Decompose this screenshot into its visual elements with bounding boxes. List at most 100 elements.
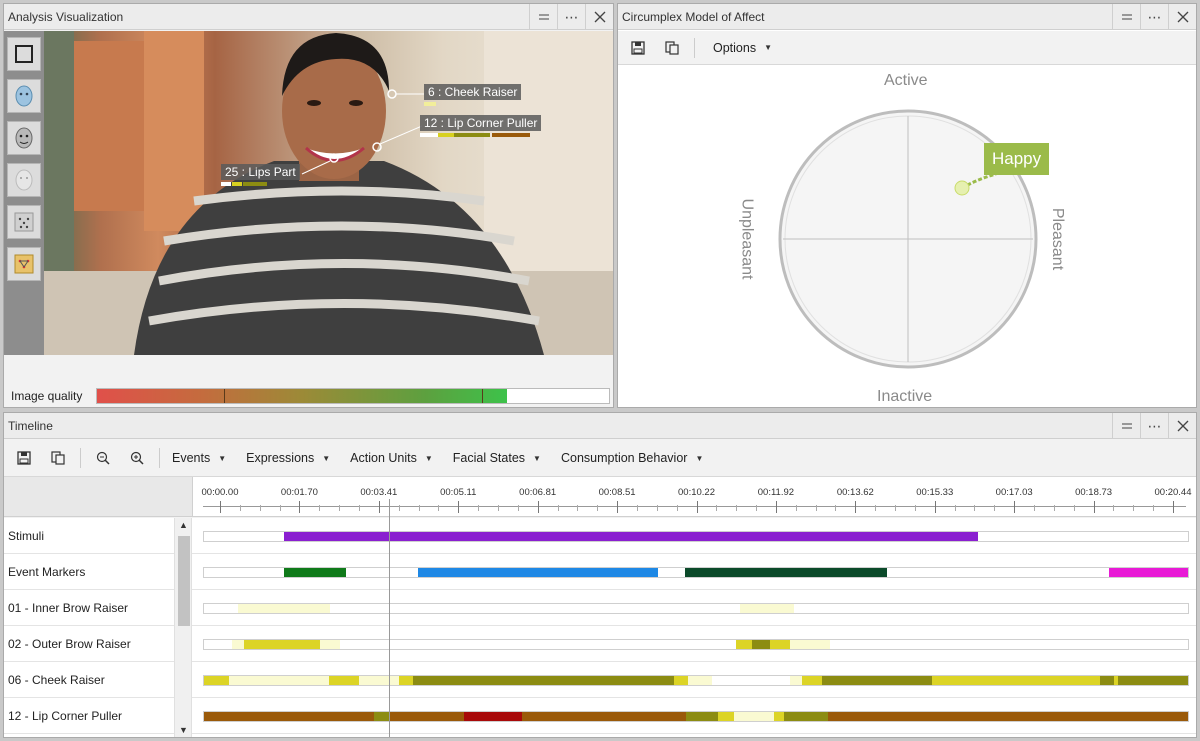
ruler-tick <box>299 501 301 513</box>
panel-header: Timeline ⋯ <box>4 413 1196 439</box>
timestamp-label: 00:08.51 <box>598 487 636 498</box>
action-units-menu[interactable]: Action Units ▼ <box>350 451 433 465</box>
close-button[interactable] <box>1168 4 1196 30</box>
row-scrollbar[interactable]: ▲ ▼ <box>174 518 192 737</box>
save-icon <box>631 40 645 55</box>
ruler-tick <box>855 501 857 513</box>
segment <box>932 676 1100 685</box>
au-intensity-bar <box>420 133 438 137</box>
segment <box>822 676 932 685</box>
dock-menu-button[interactable] <box>1112 413 1140 439</box>
close-button[interactable] <box>585 4 613 30</box>
timeline-label-header <box>4 477 193 517</box>
segment <box>1100 676 1114 685</box>
caret-down-icon: ▼ <box>322 453 331 463</box>
save-button[interactable] <box>10 444 38 472</box>
more-options-button[interactable]: ⋯ <box>557 4 585 30</box>
close-button[interactable] <box>1168 413 1196 439</box>
au-intensity-bar <box>438 133 454 137</box>
action-units-menu-label: Action Units <box>350 451 417 465</box>
timestamp-label: 00:00.00 <box>201 487 239 498</box>
playhead-line[interactable] <box>389 499 390 737</box>
zoom-out-button[interactable] <box>89 444 117 472</box>
timestamp-label: 00:01.70 <box>280 487 318 498</box>
segment <box>238 604 330 613</box>
ruler-minor-tick <box>815 505 817 511</box>
segment <box>770 640 790 649</box>
face-mesh-icon <box>14 254 34 274</box>
segment <box>399 676 413 685</box>
copy-button[interactable] <box>658 34 686 62</box>
timestamp-label: 00:11.92 <box>757 487 795 498</box>
face-dim-tool-button[interactable] <box>7 163 41 197</box>
dock-menu-button[interactable] <box>1112 4 1140 30</box>
ruler-minor-tick <box>716 505 718 511</box>
scroll-up-icon[interactable]: ▲ <box>179 520 188 530</box>
ruler-minor-tick <box>656 505 658 511</box>
image-quality-tick <box>482 389 483 403</box>
square-icon <box>15 45 33 63</box>
scroll-down-icon[interactable]: ▼ <box>179 725 188 735</box>
segment <box>740 604 794 613</box>
visualization-tools <box>4 31 44 355</box>
more-options-button[interactable]: ⋯ <box>1140 413 1168 439</box>
scroll-thumb[interactable] <box>178 536 190 626</box>
face-points-tool-button[interactable] <box>7 205 41 239</box>
save-button[interactable] <box>624 34 652 62</box>
ruler-minor-tick <box>875 505 877 511</box>
options-label: Options <box>713 40 757 55</box>
segment <box>232 640 244 649</box>
segment <box>1118 676 1188 685</box>
ruler-minor-tick <box>895 505 897 511</box>
ruler-minor-tick <box>756 505 758 511</box>
ruler-minor-tick <box>517 505 519 511</box>
options-menu[interactable]: Options ▼ <box>713 41 772 55</box>
ruler-minor-tick <box>339 505 341 511</box>
ruler-minor-tick <box>636 505 638 511</box>
ruler-tick <box>934 501 936 513</box>
timestamp-label: 00:15.33 <box>916 487 954 498</box>
zoom-in-button[interactable] <box>123 444 151 472</box>
face-tool-button[interactable] <box>7 121 41 155</box>
face-mask-tool-button[interactable] <box>7 79 41 113</box>
segment <box>320 640 340 649</box>
face-mesh-tool-button[interactable] <box>7 247 41 281</box>
au-label-lip-corner-puller: 12 : Lip Corner Puller <box>420 115 542 131</box>
ruler-tick <box>458 501 460 513</box>
segment <box>464 712 522 721</box>
ruler-minor-tick <box>736 505 738 511</box>
au-intensity-bar <box>232 182 242 186</box>
row-label: 02 - Outer Brow Raiser <box>8 637 131 651</box>
ruler-minor-tick <box>954 505 956 511</box>
square-tool-button[interactable] <box>7 37 41 71</box>
ruler-minor-tick <box>974 505 976 511</box>
ruler-minor-tick <box>914 505 916 511</box>
timeline-rows: Stimuli Event Markers 01 - Inner Brow Ra… <box>4 518 1196 737</box>
ruler-minor-tick <box>478 505 480 511</box>
caret-down-icon: ▼ <box>533 453 541 463</box>
panel-title: Analysis Visualization <box>8 10 124 24</box>
analysis-visualization-panel: Analysis Visualization ⋯ 6: Cheek Raise… <box>3 3 614 408</box>
ruler-minor-tick <box>1073 505 1075 511</box>
ruler-minor-tick <box>418 505 420 511</box>
more-options-button[interactable]: ⋯ <box>1140 4 1168 30</box>
face-icon <box>15 127 33 149</box>
track <box>203 531 1189 542</box>
toolbar-separator <box>80 448 81 468</box>
au-intensity-bar <box>454 133 490 137</box>
copy-button[interactable] <box>44 444 72 472</box>
dock-menu-button[interactable] <box>529 4 557 30</box>
track <box>203 711 1189 722</box>
row-label: 06 - Cheek Raiser <box>8 673 105 687</box>
events-menu[interactable]: Events ▼ <box>172 451 226 465</box>
timestamp-label: 00:05.11 <box>440 487 477 498</box>
timeline-panel: Timeline ⋯ Events ▼ Expressions ▼ Action U… <box>3 412 1197 738</box>
expressions-menu[interactable]: Expressions ▼ <box>246 451 330 465</box>
ruler-tick <box>696 501 698 513</box>
time-ruler[interactable]: 00:00.00 00:01.70 00:03.41 00:05.11 00:06.81… <box>193 477 1196 517</box>
facial-states-menu[interactable]: Facial States ▼ <box>453 451 541 465</box>
ruler-minor-tick <box>795 505 797 511</box>
axis-label-active: Active <box>884 72 928 89</box>
consumption-behavior-menu[interactable]: Consumption Behavior ▼ <box>561 451 703 465</box>
segment <box>686 712 718 721</box>
